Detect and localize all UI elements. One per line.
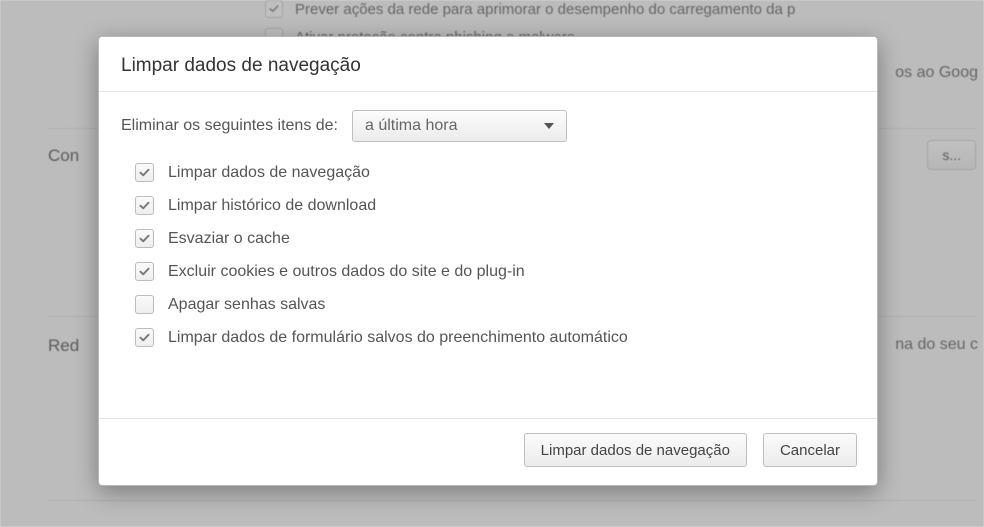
- button-label: Limpar dados de navegação: [541, 442, 730, 459]
- option-row: Excluir cookies e outros dados do site e…: [135, 255, 855, 288]
- checkbox[interactable]: [135, 196, 154, 215]
- time-range-row: Eliminar os seguintes itens de: a última…: [121, 110, 855, 142]
- chevron-down-icon: [544, 123, 554, 129]
- clear-browsing-data-dialog: Limpar dados de navegação Eliminar os se…: [98, 36, 878, 486]
- bg-text-fragment: na do seu c: [895, 336, 978, 354]
- option-label: Apagar senhas salvas: [168, 296, 325, 314]
- button-label: Cancelar: [780, 442, 840, 459]
- option-row: Limpar dados de navegação: [135, 156, 855, 189]
- bg-section-label: Con: [48, 146, 79, 166]
- dialog-footer: Limpar dados de navegação Cancelar: [99, 418, 877, 485]
- option-label: Limpar histórico de download: [168, 197, 376, 215]
- dialog-title: Limpar dados de navegação: [99, 37, 877, 92]
- checkbox[interactable]: [135, 328, 154, 347]
- checkbox-icon: [265, 0, 283, 18]
- option-row: Apagar senhas salvas: [135, 288, 855, 321]
- options-list: Limpar dados de navegação Limpar históric…: [121, 156, 855, 354]
- option-row: Limpar dados de formulário salvos do pre…: [135, 321, 855, 354]
- option-label: Esvaziar o cache: [168, 230, 290, 248]
- option-row: Limpar histórico de download: [135, 189, 855, 222]
- bg-section-label: Red: [48, 336, 79, 356]
- clear-data-button[interactable]: Limpar dados de navegação: [524, 433, 747, 467]
- option-row: Esvaziar o cache: [135, 222, 855, 255]
- cancel-button[interactable]: Cancelar: [763, 433, 857, 467]
- bg-text-fragment: os ao Goog: [895, 64, 978, 82]
- option-label: Limpar dados de formulário salvos do pre…: [168, 329, 628, 347]
- bg-button: s...: [927, 140, 976, 170]
- bg-option-text: Prever ações da rede para aprimorar o de…: [295, 1, 795, 18]
- checkbox[interactable]: [135, 295, 154, 314]
- checkbox[interactable]: [135, 163, 154, 182]
- divider: [48, 500, 976, 501]
- time-range-label: Eliminar os seguintes itens de:: [121, 117, 338, 135]
- option-label: Limpar dados de navegação: [168, 164, 370, 182]
- time-range-selected: a última hora: [365, 117, 458, 135]
- time-range-select[interactable]: a última hora: [352, 110, 567, 142]
- option-label: Excluir cookies e outros dados do site e…: [168, 263, 525, 281]
- checkbox[interactable]: [135, 229, 154, 248]
- dialog-body: Eliminar os seguintes itens de: a última…: [99, 92, 877, 364]
- checkbox[interactable]: [135, 262, 154, 281]
